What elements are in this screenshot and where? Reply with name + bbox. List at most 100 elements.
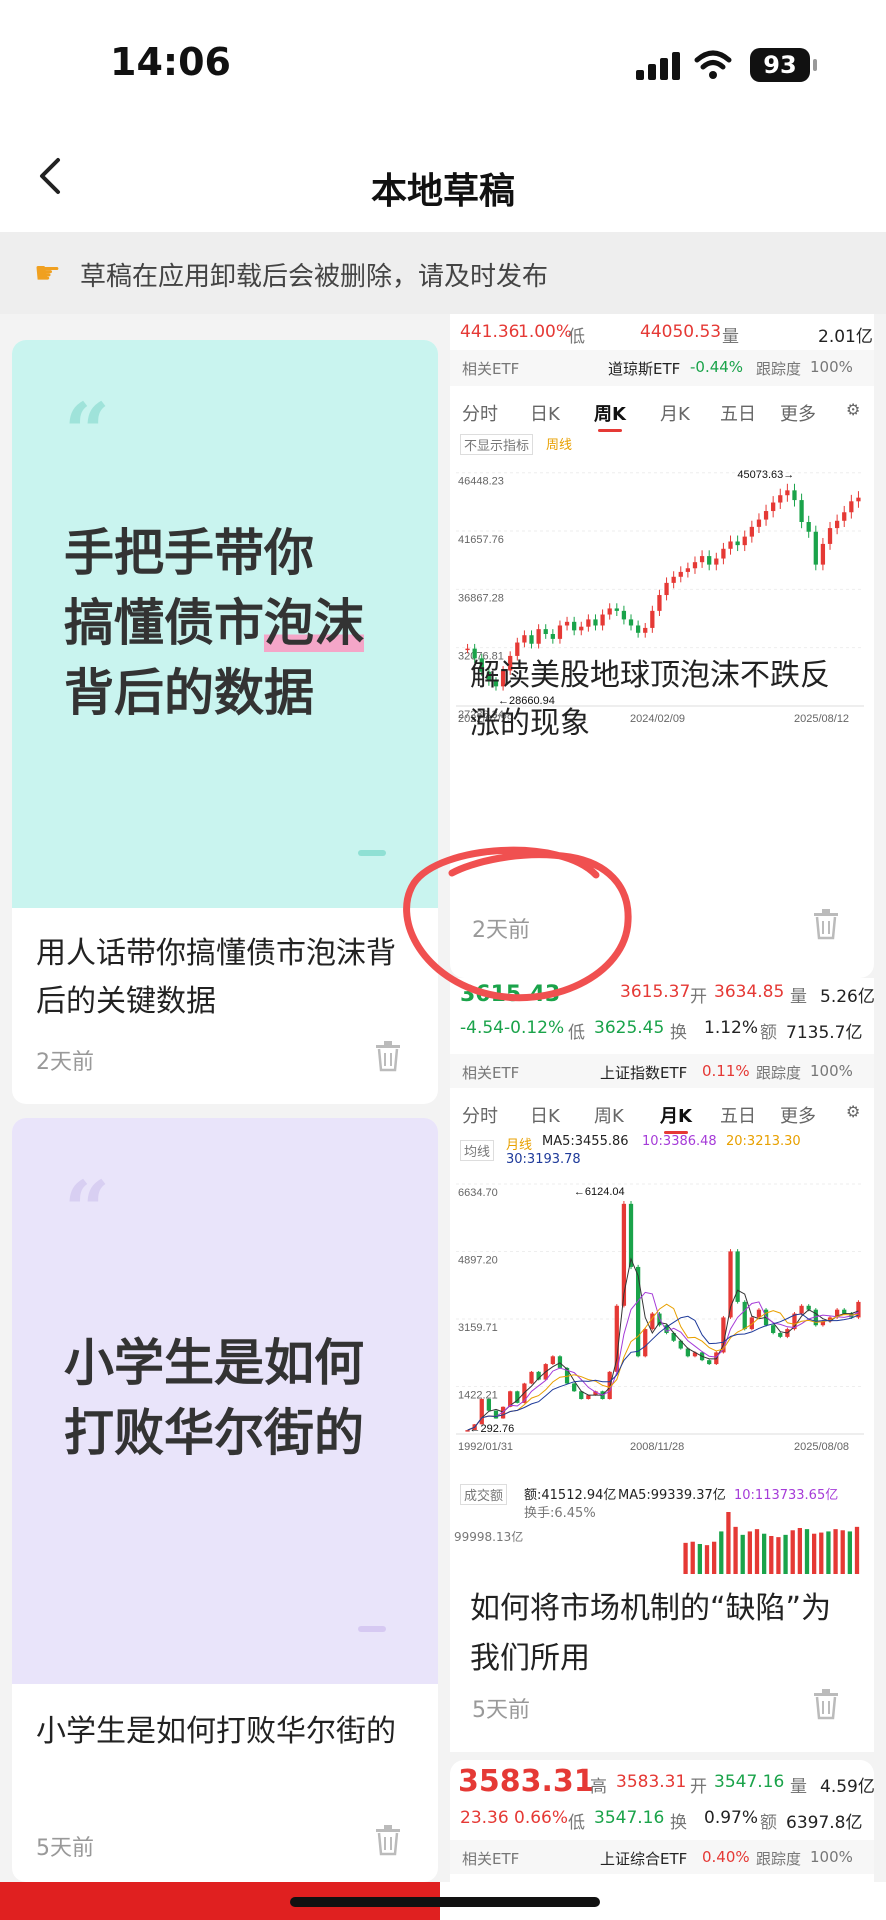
quote-label: 高: [590, 1777, 607, 1797]
candle: [827, 528, 833, 544]
volume-bar: [804, 1529, 810, 1574]
quote-label: 低: [568, 327, 585, 347]
candle: [813, 531, 818, 565]
etf-row: 相关ETF 上证综合ETF 0.40% 跟踪度 100%: [450, 1840, 874, 1874]
candle: [785, 490, 790, 496]
tab-daily-k[interactable]: 日K: [530, 1102, 560, 1128]
ma-label: 30:3193.78: [506, 1152, 581, 1167]
volume-bar: [719, 1531, 724, 1574]
volume-bar: [812, 1533, 817, 1574]
trash-icon[interactable]: [374, 1824, 402, 1856]
quote-label: 开: [690, 987, 707, 1007]
candle: [529, 1371, 534, 1384]
quote-value: 44050.53: [640, 322, 722, 342]
tab-more[interactable]: 更多: [780, 1102, 816, 1128]
ma-label: MA5:3455.86: [542, 1134, 629, 1149]
tab-weekly-k[interactable]: 周K: [594, 400, 626, 432]
etf-row: 相关ETF 上证指数ETF 0.11% 跟踪度 100%: [450, 1054, 874, 1088]
candle: [643, 1329, 648, 1357]
draft-title: 如何将市场机制的“缺陷”为我们所用: [470, 1591, 832, 1676]
candle: [557, 625, 563, 639]
candle: [806, 1305, 811, 1310]
candle: [529, 635, 534, 644]
candle: [536, 629, 541, 644]
candle: [543, 629, 548, 635]
quote-mark-icon: “: [64, 385, 111, 479]
quote-label: 低: [568, 1813, 585, 1833]
candle: [756, 519, 762, 527]
candle: [685, 568, 691, 572]
candle: [771, 1325, 776, 1333]
tab-monthly-k[interactable]: 月K: [660, 400, 690, 426]
cover-title: 小学生是如何 打败华尔街的: [64, 1334, 364, 1462]
draft-cover: “ 小学生是如何 打败华尔街的: [12, 1118, 438, 1684]
volume-bar: [797, 1527, 802, 1574]
trash-icon[interactable]: [812, 1688, 840, 1720]
quote-label: 量: [790, 987, 807, 1007]
candle: [486, 1399, 492, 1411]
indicator-select[interactable]: 均线: [460, 1140, 495, 1161]
volume-bar: [840, 1530, 845, 1574]
candle: [493, 1410, 499, 1419]
draft-card[interactable]: “ 手把手带你 搞懂债市泡沫 背后的数据 用人话带你搞懂债市泡沫背后的关键数据 …: [12, 340, 438, 1104]
draft-card[interactable]: 3583.31 高 3583.31 开 3547.16 量 4.59亿 23.3…: [450, 1760, 874, 1882]
draft-card[interactable]: “ 小学生是如何 打败华尔街的 小学生是如何打败华尔街的 5天前: [12, 1118, 438, 1882]
candle: [728, 541, 733, 549]
high-annotation: 45073.63→: [737, 469, 794, 481]
volume-bar: [833, 1529, 838, 1574]
candle: [550, 634, 555, 639]
settings-icon[interactable]: ⚙: [846, 1102, 860, 1121]
candle: [600, 614, 605, 626]
tab-fenshi[interactable]: 分时: [462, 400, 498, 426]
trash-icon[interactable]: [812, 908, 840, 940]
cover-dash: [358, 850, 386, 856]
quote-label: 额: [760, 1813, 777, 1833]
tab-weekly-k[interactable]: 周K: [594, 1102, 624, 1128]
chart-tabs: 分时 日K 周K 月K 五日 更多 ⚙: [450, 400, 874, 434]
page-title: 本地草稿: [370, 171, 515, 212]
y-tick-label: 6634.70: [458, 1187, 498, 1199]
settings-icon[interactable]: ⚙: [846, 400, 860, 419]
tab-more[interactable]: 更多: [780, 400, 816, 426]
tab-daily-k[interactable]: 日K: [530, 400, 560, 426]
volume-bar: [704, 1545, 710, 1574]
draft-card[interactable]: 3615.43 3615.37 开 3634.85 量 5.26亿 -4.54 …: [450, 978, 874, 1752]
quote-value: 441.36: [460, 322, 520, 342]
y-tick-label: 4897.20: [458, 1255, 498, 1267]
monthly-candlestick-chart[interactable]: 6634.70 4897.20 3159.71 1422.21 1992/01/31 20…: [454, 1170, 870, 1462]
volume-bar: [690, 1541, 695, 1574]
hand-drawn-circle-annotation: [403, 846, 632, 1002]
trash-icon[interactable]: [374, 1040, 402, 1072]
quote-value: 3625.45: [594, 1018, 665, 1038]
x-tick-label: 1992/01/31: [458, 1441, 513, 1453]
ma-line: [467, 1257, 859, 1431]
notice-banner: ☛ 草稿在应用卸载后会被删除，请及时发布: [0, 232, 886, 314]
high-annotation: ←6124.04: [574, 1186, 625, 1198]
tab-fenshi[interactable]: 分时: [462, 1102, 498, 1128]
volume-bar: [740, 1534, 745, 1574]
quote-label: 开: [690, 1777, 707, 1797]
x-tick-label: 2025/08/08: [794, 1441, 849, 1453]
volume-bar: [826, 1531, 831, 1574]
candle: [572, 1383, 577, 1392]
quote-mark-icon: “: [64, 1163, 111, 1257]
volume-bar: [769, 1535, 774, 1574]
tab-five-day[interactable]: 五日: [720, 1102, 756, 1128]
candle: [614, 608, 619, 611]
candle: [635, 625, 641, 633]
candle: [735, 541, 740, 546]
candle: [557, 1356, 563, 1368]
low-annotation: ←292.76: [470, 1423, 515, 1435]
candle: [657, 595, 662, 611]
candle: [714, 558, 719, 565]
quote-price: 3583.31: [458, 1764, 595, 1799]
volume-panel: 成交额 额:41512.94亿 MA5:99339.37亿 10:113733.…: [450, 1484, 874, 1574]
candle: [586, 619, 591, 627]
tab-monthly-k[interactable]: 月K: [660, 1102, 692, 1134]
volume-bar: [790, 1530, 795, 1574]
candle: [778, 1332, 783, 1337]
home-indicator[interactable]: [290, 1897, 600, 1907]
status-time: 14:06: [110, 40, 231, 84]
quote-value: 3547.16: [594, 1808, 665, 1828]
tab-five-day[interactable]: 五日: [720, 400, 756, 426]
